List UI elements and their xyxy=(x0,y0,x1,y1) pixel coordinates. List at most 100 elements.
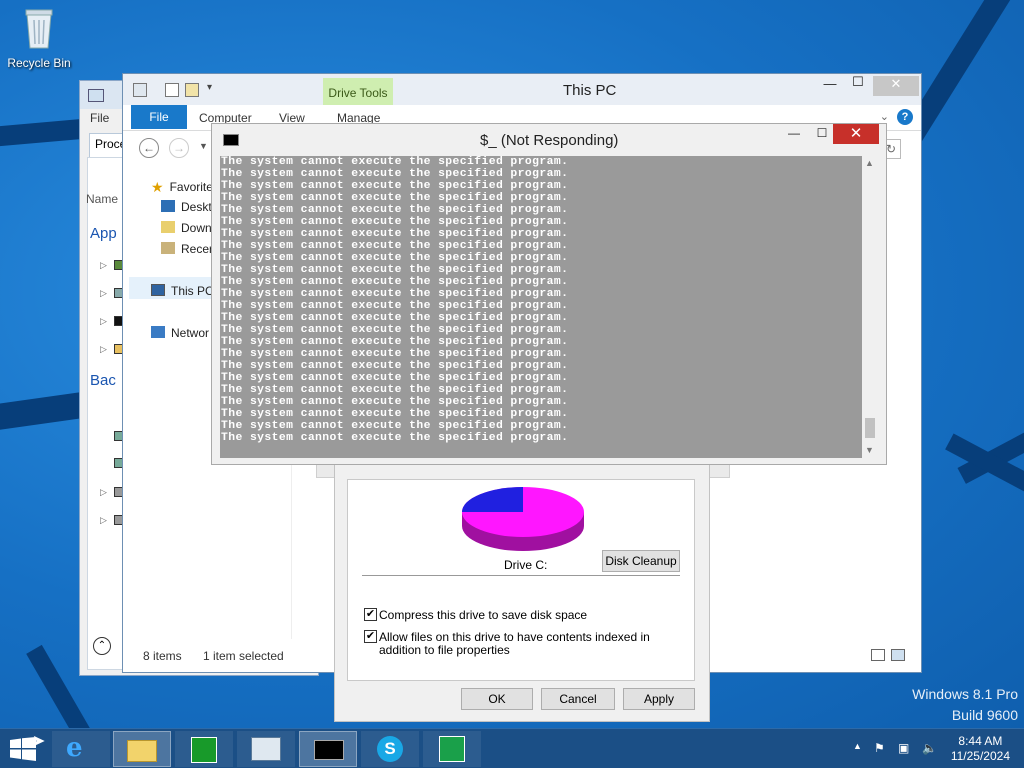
console-line: The system cannot execute the specified … xyxy=(221,432,569,444)
help-icon[interactable]: ? xyxy=(897,109,913,125)
cancel-button[interactable]: Cancel xyxy=(541,688,615,710)
nav-item-recent[interactable]: Recer xyxy=(161,242,213,256)
drive-properties-dialog[interactable]: Drive C: Disk Cleanup ✔ Compress this dr… xyxy=(334,460,710,722)
expand-ribbon-icon[interactable]: ⌄ xyxy=(880,110,889,123)
nav-item-downloads[interactable]: Down xyxy=(161,221,212,235)
star-icon: ★ xyxy=(151,179,164,195)
apply-button[interactable]: Apply xyxy=(623,688,695,710)
disk-cleanup-button[interactable]: Disk Cleanup xyxy=(602,550,680,572)
tab-file[interactable]: File xyxy=(131,105,187,129)
drive-label: Drive C: xyxy=(504,558,548,572)
large-icons-view-icon[interactable] xyxy=(891,649,905,661)
console-line: The system cannot execute the specified … xyxy=(221,192,569,204)
console-line: The system cannot execute the specified … xyxy=(221,240,569,252)
new-folder-icon[interactable] xyxy=(185,83,199,97)
index-checkbox[interactable]: ✔ xyxy=(364,630,377,643)
console-line: The system cannot execute the specified … xyxy=(221,420,569,432)
console-line: The system cannot execute the specified … xyxy=(221,312,569,324)
close-button[interactable]: ✕ xyxy=(833,124,879,144)
console-line: The system cannot execute the specified … xyxy=(221,180,569,192)
ok-button[interactable]: OK xyxy=(461,688,533,710)
nav-item-this-pc[interactable]: This PC xyxy=(151,284,214,298)
os-name: Windows 8.1 Pro xyxy=(912,686,1018,702)
expand-arrow-icon[interactable]: ▷ xyxy=(100,487,107,498)
close-button[interactable]: ✕ xyxy=(873,76,919,96)
console-line: The system cannot execute the specified … xyxy=(221,252,569,264)
recycle-bin-icon xyxy=(25,9,53,49)
details-view-icon[interactable] xyxy=(871,649,885,661)
computer-icon xyxy=(151,284,165,296)
nav-label-downloads: Down xyxy=(181,221,212,235)
show-hidden-icons-icon[interactable]: ▲ xyxy=(853,741,862,751)
nav-label-network: Networ xyxy=(171,326,210,340)
back-arrow-icon[interactable]: ← xyxy=(139,138,159,158)
index-label: Allow files on this drive to have conten… xyxy=(379,630,650,657)
separator xyxy=(362,575,680,576)
scrollbar-thumb[interactable] xyxy=(865,418,875,438)
nav-item-desktop[interactable]: Deskt xyxy=(161,200,212,214)
console-line: The system cannot execute the specified … xyxy=(221,228,569,240)
taskbar-finance[interactable] xyxy=(423,731,481,767)
compress-checkbox[interactable]: ✔ xyxy=(364,608,377,621)
console-scrollbar[interactable]: ▲ ▼ xyxy=(862,156,878,458)
section-background-processes: Bac xyxy=(90,372,116,389)
volume-muted-icon[interactable]: 🔈 xyxy=(922,741,937,755)
expand-arrow-icon[interactable]: ▷ xyxy=(100,260,107,271)
console-line: The system cannot execute the specified … xyxy=(221,156,569,168)
console-window[interactable]: $_ (Not Responding) — ☐ ✕ The system can… xyxy=(211,123,887,465)
taskbar-internet-explorer[interactable]: e xyxy=(52,731,110,767)
compress-label: Compress this drive to save disk space xyxy=(379,608,588,622)
task-manager-icon xyxy=(88,89,104,102)
taskbar-command-prompt[interactable] xyxy=(299,731,357,767)
section-apps: App xyxy=(90,225,117,242)
disk-usage-pie-chart xyxy=(462,487,584,551)
taskbar-task-manager[interactable] xyxy=(237,731,295,767)
action-center-flag-icon[interactable]: ⚑ xyxy=(874,741,885,755)
explorer-titlebar[interactable]: ▾ Drive Tools This PC — ☐ ✕ xyxy=(123,74,921,105)
nav-item-favorites[interactable]: ★ Favorite xyxy=(151,179,213,195)
task-manager-menu-file[interactable]: File xyxy=(90,111,109,125)
clock-time: 8:44 AM xyxy=(958,734,1003,748)
console-line: The system cannot execute the specified … xyxy=(221,288,569,300)
expand-arrow-icon[interactable]: ▷ xyxy=(100,344,107,355)
nav-label-favorites: Favorite xyxy=(169,180,213,194)
minimize-button[interactable]: — xyxy=(817,76,843,96)
scroll-up-icon[interactable]: ▲ xyxy=(865,158,874,168)
nav-label-recent: Recer xyxy=(181,242,214,256)
forward-arrow-icon[interactable]: → xyxy=(169,138,189,158)
nav-item-network[interactable]: Networ xyxy=(151,326,209,340)
console-line: The system cannot execute the specified … xyxy=(221,384,569,396)
maximize-button[interactable]: ☐ xyxy=(812,126,832,140)
console-line: The system cannot execute the specified … xyxy=(221,216,569,228)
contextual-tab-drive-tools: Drive Tools xyxy=(323,78,393,105)
scroll-down-icon[interactable]: ▼ xyxy=(865,445,874,455)
console-line: The system cannot execute the specified … xyxy=(221,372,569,384)
system-clock[interactable]: 8:44 AM 11/25/2024 xyxy=(951,734,1010,764)
console-line: The system cannot execute the specified … xyxy=(221,168,569,180)
expand-arrow-icon[interactable]: ▷ xyxy=(100,288,107,299)
fewer-details-icon[interactable]: ⌃ xyxy=(93,637,111,655)
console-output[interactable]: The system cannot execute the specified … xyxy=(220,156,862,458)
column-header-name[interactable]: Name xyxy=(86,192,118,206)
minimize-button[interactable]: — xyxy=(784,126,804,140)
recycle-bin[interactable]: Recycle Bin xyxy=(6,6,72,70)
taskbar-file-explorer[interactable] xyxy=(113,731,171,767)
customize-qat-icon[interactable]: ▾ xyxy=(207,82,212,93)
expand-arrow-icon[interactable]: ▷ xyxy=(100,515,107,526)
console-line: The system cannot execute the specified … xyxy=(221,348,569,360)
network-disconnected-icon[interactable]: ▣ xyxy=(898,741,909,755)
console-titlebar[interactable]: $_ (Not Responding) — ☐ ✕ xyxy=(212,124,886,156)
taskbar-store[interactable] xyxy=(175,731,233,767)
expand-arrow-icon[interactable]: ▷ xyxy=(100,316,107,327)
skype-icon: S xyxy=(377,736,403,762)
recent-locations-icon[interactable]: ▼ xyxy=(199,141,208,151)
status-selection: 1 item selected xyxy=(203,649,284,663)
recycle-bin-label: Recycle Bin xyxy=(7,56,71,70)
taskbar: ➤ e S ▲ ⚑ ▣ 🔈 8:44 AM 11/25/2024 xyxy=(0,728,1024,768)
console-line: The system cannot execute the specified … xyxy=(221,360,569,372)
console-line: The system cannot execute the specified … xyxy=(221,276,569,288)
taskbar-skype[interactable]: S xyxy=(361,731,419,767)
properties-icon[interactable] xyxy=(165,83,179,97)
console-line: The system cannot execute the specified … xyxy=(221,408,569,420)
maximize-button[interactable]: ☐ xyxy=(845,74,871,94)
